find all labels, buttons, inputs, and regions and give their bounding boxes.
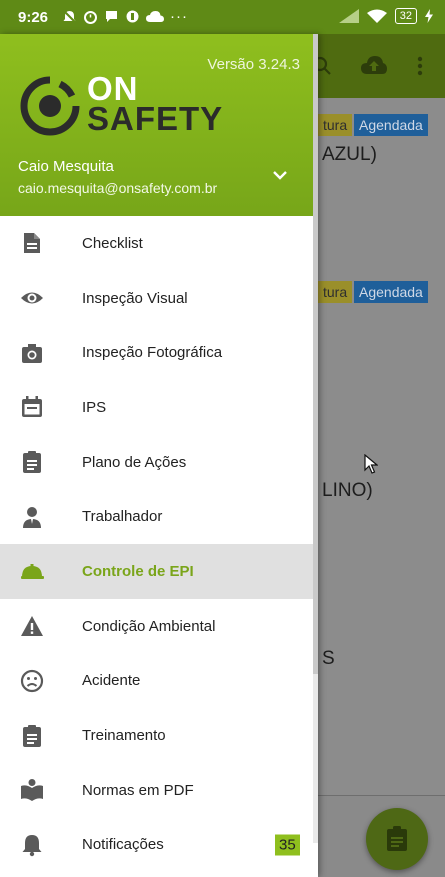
status-tag: tura [318, 281, 353, 303]
app-icon [126, 10, 139, 23]
menu-item-controle-de-epi[interactable]: Controle de EPI [0, 544, 313, 599]
menu-item-label: Acidente [82, 672, 141, 690]
warning-icon [21, 616, 43, 637]
wifi-icon [366, 9, 387, 23]
drawer-header: Versão 3.24.3 ON SAFETY Caio Mesquita ca… [0, 34, 318, 216]
book-icon [21, 779, 43, 802]
menu-item-inspecao-visual[interactable]: Inspeção Visual [0, 271, 313, 326]
fab-button[interactable] [366, 808, 428, 870]
menu-item-notificacoes[interactable]: Notificações 35 [0, 818, 313, 873]
document-icon [24, 233, 40, 254]
status-bar: 9:26 ··· 32 [0, 0, 445, 34]
eye-icon [21, 292, 43, 304]
alarm-icon [84, 11, 97, 24]
card-title: S [322, 648, 335, 669]
menu-item-condicao-ambiental[interactable]: Condição Ambiental [0, 599, 313, 654]
menu-item-inspecao-fotografica[interactable]: Inspeção Fotográfica [0, 325, 313, 380]
menu-item-plano-de-acoes[interactable]: Plano de Ações [0, 435, 313, 490]
background-card: tura Agendada [318, 266, 445, 435]
worker-icon [23, 506, 41, 528]
user-email: caio.mesquita@onsafety.com.br [18, 180, 218, 196]
bell-icon [22, 834, 42, 857]
sad-face-icon [20, 669, 44, 692]
status-tag: tura [318, 114, 353, 136]
clipboard-icon [23, 724, 41, 747]
background-card: LINO) [318, 434, 445, 603]
user-name: Caio Mesquita [18, 158, 114, 175]
cloud-icon [146, 10, 164, 22]
chat-icon [106, 11, 117, 22]
clipboard-icon [387, 826, 407, 851]
cloud-upload-icon[interactable] [360, 54, 388, 76]
notification-count-badge: 35 [275, 834, 300, 856]
menu-item-acidente[interactable]: Acidente [0, 654, 313, 709]
background-card: S [318, 602, 445, 796]
logo-text-safety: SAFETY [87, 100, 224, 137]
status-tag: Agendada [354, 281, 428, 303]
signal-icon [338, 9, 359, 23]
alarm-off-icon [62, 9, 77, 24]
navigation-drawer: Versão 3.24.3 ON SAFETY Caio Mesquita ca… [0, 34, 318, 877]
menu-item-label: Controle de EPI [82, 562, 194, 580]
background-card: tura Agendada AZUL) [318, 98, 445, 267]
menu-item-trabalhador[interactable]: Trabalhador [0, 489, 313, 544]
drawer-scrollbar-thumb[interactable] [313, 34, 318, 674]
menu-item-label: Treinamento [82, 727, 166, 745]
menu-item-label: Notificações [82, 836, 164, 854]
status-tag: Agendada [354, 114, 428, 136]
calendar-icon [22, 396, 42, 418]
menu-item-label: Condição Ambiental [82, 617, 216, 635]
system-icons: 32 [338, 8, 433, 24]
menu-item-label: Plano de Ações [82, 453, 187, 471]
more-vert-icon[interactable] [417, 56, 423, 76]
app-version: Versão 3.24.3 [207, 56, 300, 73]
more-notifications-icon: ··· [170, 8, 188, 25]
battery-level: 32 [394, 8, 417, 24]
camera-icon [22, 343, 42, 363]
helmet-icon [21, 564, 44, 580]
notification-icons: ··· [62, 8, 188, 25]
onsafety-logo: ON SAFETY [20, 72, 222, 141]
menu-item-label: IPS [82, 398, 107, 416]
mouse-cursor-icon [364, 454, 378, 474]
drawer-menu: Checklist Inspeção Visual Inspeção Fotog… [0, 216, 313, 872]
menu-item-label: Inspeção Visual [82, 289, 188, 307]
menu-item-label: Normas em PDF [82, 781, 194, 799]
chevron-down-icon[interactable] [272, 170, 288, 180]
charging-icon [425, 9, 433, 23]
card-title: LINO) [322, 480, 373, 501]
menu-item-checklist[interactable]: Checklist [0, 216, 313, 271]
menu-item-label: Checklist [82, 234, 143, 252]
menu-item-treinamento[interactable]: Treinamento [0, 708, 313, 763]
clipboard-icon [23, 451, 41, 474]
menu-item-label: Inspeção Fotográfica [82, 344, 223, 362]
menu-item-ips[interactable]: IPS [0, 380, 313, 435]
card-title: AZUL) [322, 144, 377, 165]
status-time: 9:26 [18, 9, 49, 26]
menu-item-label: Trabalhador [82, 508, 163, 526]
menu-item-normas-em-pdf[interactable]: Normas em PDF [0, 763, 313, 818]
